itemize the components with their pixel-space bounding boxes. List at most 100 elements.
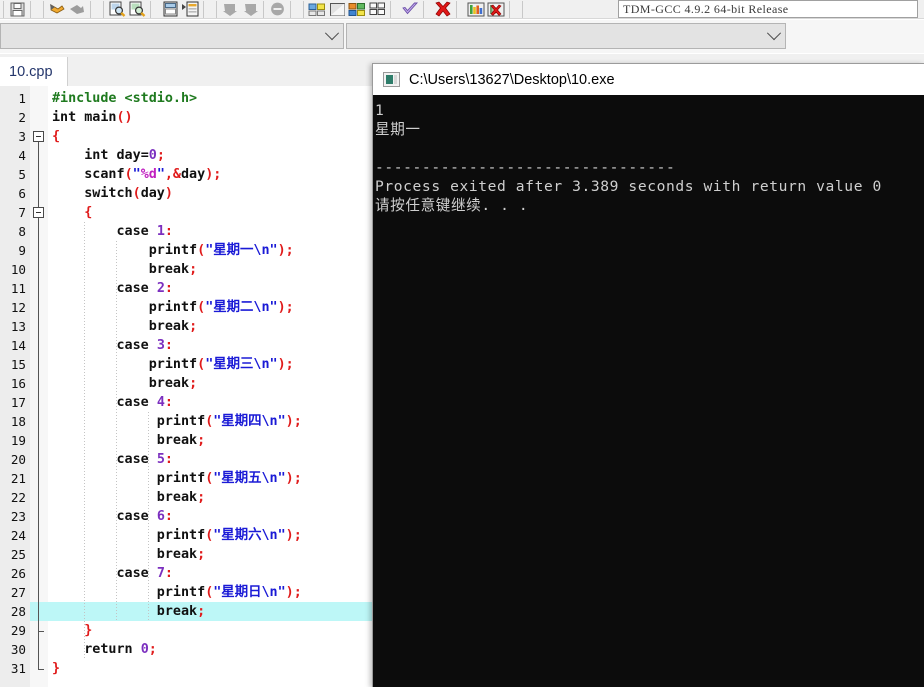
code-line[interactable]: break;	[48, 260, 197, 279]
line-number: 21	[10, 471, 26, 486]
delete-profile-icon[interactable]	[486, 0, 506, 18]
line-number: 13	[10, 319, 26, 334]
line-number: 17	[10, 395, 26, 410]
find-icon[interactable]	[107, 0, 127, 18]
code-line[interactable]: scanf("%d",&day);	[48, 165, 221, 184]
code-folding-column[interactable]	[30, 86, 49, 687]
replace-icon[interactable]	[127, 0, 147, 18]
code-line[interactable]: }	[48, 659, 60, 678]
code-line[interactable]: case 5:	[48, 450, 172, 469]
console-output[interactable]: 1 星期一 -------------------------------- Pro…	[373, 95, 924, 687]
code-token: printf	[52, 300, 198, 315]
code-line[interactable]: case 2:	[48, 279, 172, 298]
code-line[interactable]: break;	[48, 488, 205, 507]
code-token: ;	[197, 604, 206, 619]
undo-icon[interactable]	[47, 0, 67, 18]
code-token: ()	[116, 110, 133, 125]
code-line[interactable]: case 3:	[48, 336, 173, 355]
code-line[interactable]: switch(day)	[48, 184, 173, 203]
stop-execution-icon[interactable]	[433, 0, 453, 18]
chevron-down-icon[interactable]	[763, 24, 785, 48]
toggle-comment-icon	[267, 0, 287, 18]
code-line[interactable]: case 7:	[48, 564, 172, 583]
unindent-icon	[240, 0, 260, 18]
line-number: 7	[18, 205, 26, 220]
dev-cpp-window: TDM-GCC 4.9.2 64-bit Release 10.cpp 1234…	[0, 0, 924, 687]
code-token: break	[52, 433, 198, 448]
line-number: 1	[18, 91, 26, 106]
code-token: %d	[140, 167, 157, 182]
fold-collapse-icon[interactable]	[33, 207, 44, 218]
code-token: break	[52, 376, 190, 391]
code-token: 5	[156, 452, 165, 467]
code-token: (	[197, 300, 206, 315]
code-line[interactable]: printf("星期六\n");	[48, 526, 302, 545]
main-toolbar: TDM-GCC 4.9.2 64-bit Release	[0, 0, 924, 19]
line-number: 3	[18, 129, 26, 144]
line-number: 22	[10, 490, 26, 505]
compile-and-run-icon[interactable]	[347, 0, 367, 18]
code-token: }	[52, 623, 93, 638]
member-dropdown[interactable]	[346, 23, 786, 49]
code-line[interactable]: printf("星期五\n");	[48, 469, 302, 488]
line-number: 24	[10, 528, 26, 543]
code-token: day	[140, 186, 165, 201]
code-line[interactable]: case 1:	[48, 222, 173, 241]
code-line[interactable]: return 0;	[48, 640, 157, 659]
code-line[interactable]: printf("星期日\n");	[48, 583, 302, 602]
code-token: ;	[189, 376, 198, 391]
active-line-highlight-fold	[30, 602, 48, 621]
code-line[interactable]: case 4:	[48, 393, 172, 412]
toolbar-separator	[30, 0, 31, 18]
code-line[interactable]: int day=0;	[48, 146, 165, 165]
code-line[interactable]: }	[48, 621, 92, 640]
run-icon[interactable]	[327, 0, 347, 18]
line-number: 5	[18, 167, 26, 182]
code-token: case	[52, 395, 149, 410]
profile-icon[interactable]	[466, 0, 486, 18]
compile-icon[interactable]	[307, 0, 327, 18]
line-number: 10	[10, 262, 26, 277]
code-line[interactable]: break;	[48, 545, 205, 564]
code-line[interactable]: break;	[48, 317, 197, 336]
chevron-down-icon[interactable]	[321, 24, 343, 48]
code-line[interactable]: int main()	[48, 108, 133, 127]
code-token: :	[164, 338, 173, 353]
redo-icon[interactable]	[67, 0, 87, 18]
code-token: }	[52, 661, 61, 676]
code-line[interactable]: break;	[48, 374, 197, 393]
code-line[interactable]: break;	[48, 431, 205, 450]
code-line[interactable]: {	[48, 203, 92, 222]
syntax-check-icon[interactable]	[400, 0, 420, 18]
class-dropdown[interactable]	[0, 23, 344, 49]
console-titlebar[interactable]: C:\Users\13627\Desktop\10.exe	[373, 64, 924, 95]
code-line[interactable]: case 6:	[48, 507, 173, 526]
code-token: day	[108, 148, 141, 163]
code-token: 0	[148, 148, 157, 163]
code-token: ;	[148, 642, 157, 657]
toggle-bookmark-icon[interactable]	[180, 0, 200, 18]
code-line[interactable]: {	[48, 127, 60, 146]
code-line[interactable]: break;	[48, 602, 205, 621]
code-line[interactable]: #include <stdio.h>	[48, 89, 197, 108]
console-title-text: C:\Users\13627\Desktop\10.exe	[409, 71, 615, 88]
code-line[interactable]: printf("星期四\n");	[48, 412, 302, 431]
indent-guide	[116, 241, 117, 621]
goto-line-icon[interactable]	[160, 0, 180, 18]
code-token: :	[164, 224, 173, 239]
rebuild-all-icon[interactable]	[367, 0, 387, 18]
code-token: case	[52, 281, 149, 296]
line-number: 11	[10, 281, 26, 296]
tab-10-cpp[interactable]: 10.cpp	[0, 57, 68, 86]
fold-collapse-icon[interactable]	[33, 131, 44, 142]
compiler-set-label: TDM-GCC 4.9.2 64-bit Release	[623, 1, 789, 16]
line-number: 26	[10, 566, 26, 581]
compiler-set-selector[interactable]: TDM-GCC 4.9.2 64-bit Release	[618, 0, 918, 18]
code-token: int	[52, 148, 109, 163]
save-icon[interactable]	[7, 0, 27, 18]
console-window[interactable]: C:\Users\13627\Desktop\10.exe 1 星期一 -----…	[372, 63, 924, 687]
code-token: :	[164, 509, 173, 524]
